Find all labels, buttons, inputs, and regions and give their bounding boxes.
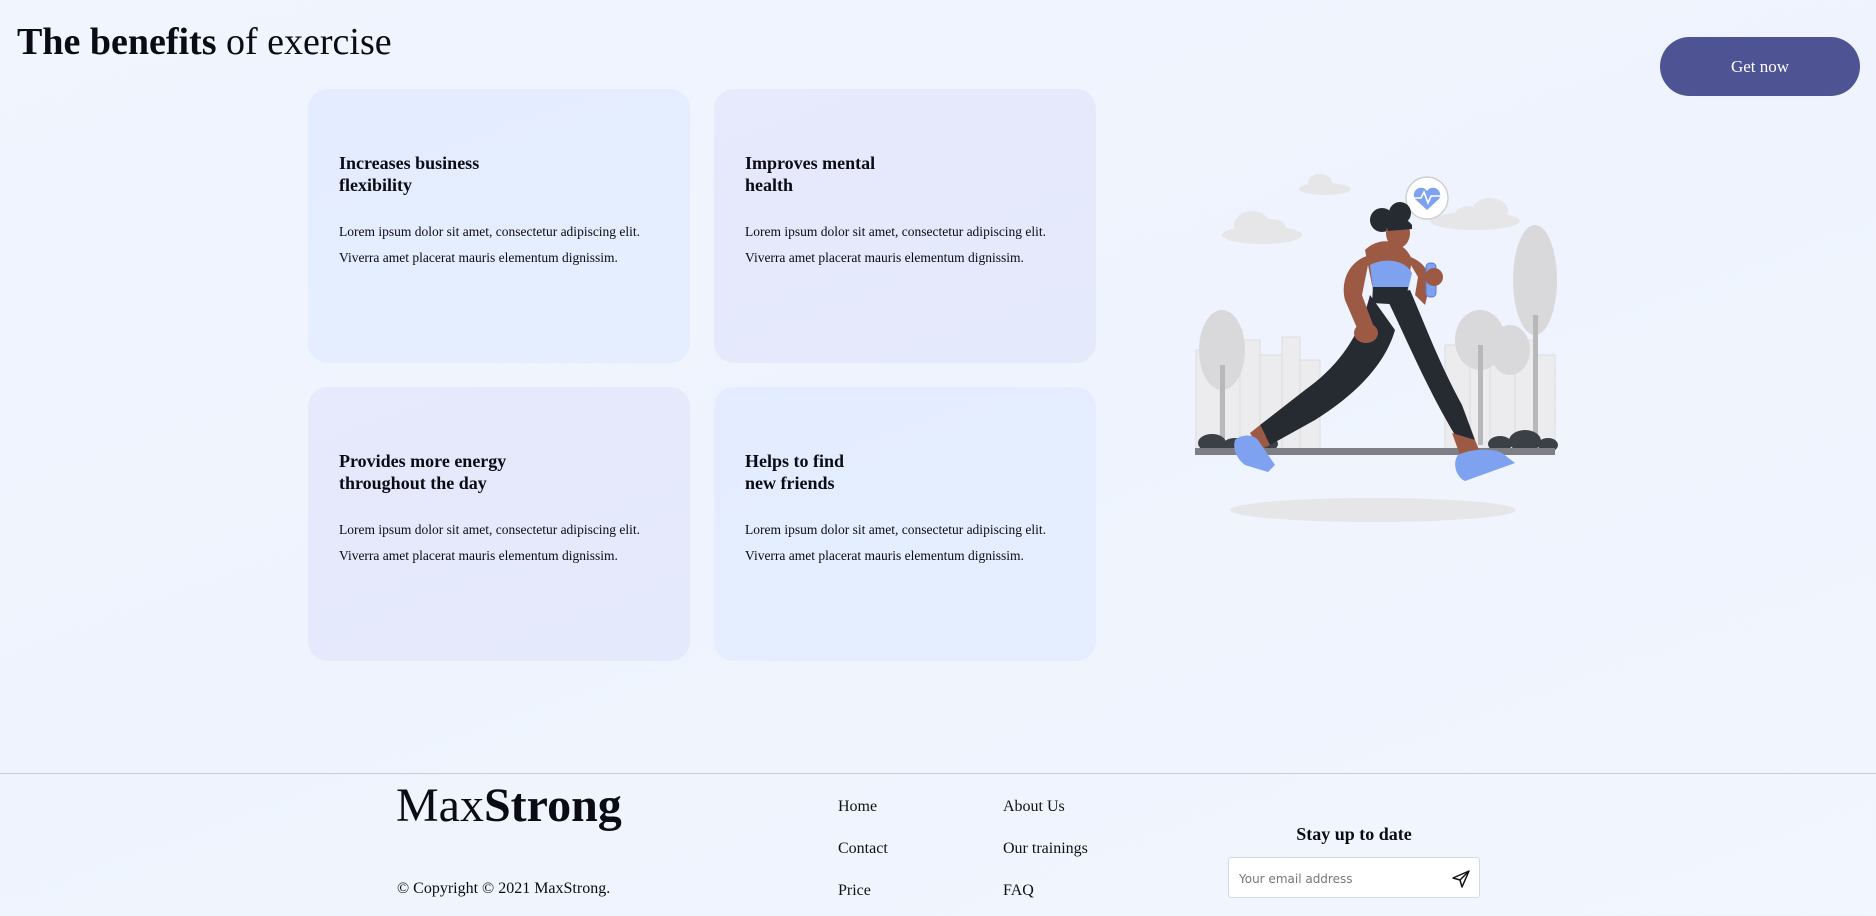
benefit-card: Increases business flexibility Lorem ips… [308,89,690,363]
footer-link-our-trainings[interactable]: Our trainings [1003,840,1088,858]
cloud-icon [1222,174,1520,244]
send-icon[interactable] [1451,869,1471,889]
newsletter-form [1228,857,1480,898]
copyright-text: © Copyright © 2021 MaxStrong. [397,880,611,897]
benefit-card-text: Lorem ipsum dolor sit amet, consectetur … [745,224,1047,265]
footer-link-contact[interactable]: Contact [838,840,888,858]
page-title-rest: of exercise [216,21,392,63]
benefit-card-title: Improves mental health [745,153,876,195]
benefit-card: Helps to find new friends Lorem ipsum do… [714,387,1096,661]
page-title: The benefits of exercise [17,18,392,66]
benefit-card-text: Lorem ipsum dolor sit amet, consectetur … [339,224,641,265]
footer [0,773,1876,916]
footer-link-faq[interactable]: FAQ [1003,882,1034,900]
benefit-card-text: Lorem ipsum dolor sit amet, consectetur … [339,522,641,563]
benefit-card-title: Helps to find new friends [745,451,845,493]
heart-icon [1405,176,1449,220]
footer-link-price[interactable]: Price [838,882,871,900]
benefit-card-title: Increases business flexibility [339,153,480,195]
benefit-card-title: Provides more energy throughout the day [339,451,507,493]
newsletter-title: Stay up to date [1296,824,1412,844]
benefit-card: Provides more energy throughout the day … [308,387,690,661]
footer-link-home[interactable]: Home [838,798,877,816]
get-now-button[interactable]: Get now [1660,37,1860,96]
email-input[interactable] [1237,867,1441,891]
page-title-bold: The benefits [17,21,217,63]
footer-logo[interactable]: MaxStrong [396,776,622,836]
running-woman-illustration [1195,174,1558,522]
benefit-card: Improves mental health Lorem ipsum dolor… [714,89,1096,363]
benefit-card-text: Lorem ipsum dolor sit amet, consectetur … [745,522,1047,563]
brand-light: Max [396,779,484,832]
brand-bold: Strong [483,779,622,832]
footer-link-about-us[interactable]: About Us [1003,798,1065,816]
